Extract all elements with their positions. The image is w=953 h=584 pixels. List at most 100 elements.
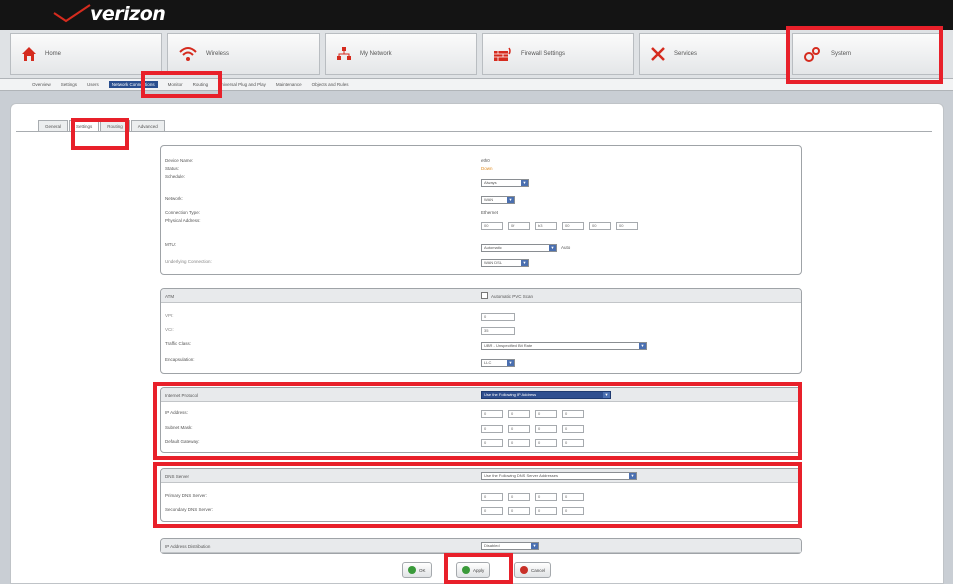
encapsulation-value: LLC [484, 360, 492, 365]
chevron-down-icon: ▼ [507, 197, 514, 203]
gateway-octet-input[interactable]: 0 [508, 439, 530, 447]
vci-input[interactable]: 35 [481, 327, 515, 335]
subnet-mask-fields: 0 0 0 0 [481, 425, 589, 433]
mac-octet-input[interactable]: b3 [535, 222, 557, 230]
atm-header: ATM Automatic PVC Scan [161, 289, 801, 303]
nav-tab-firewall-settings[interactable]: Firewall Settings [482, 33, 634, 75]
firewall-icon [493, 46, 513, 62]
mask-octet-input[interactable]: 0 [535, 425, 557, 433]
dns-octet-input[interactable]: 0 [481, 507, 503, 515]
mask-octet-input[interactable]: 0 [508, 425, 530, 433]
underlying-connection-select[interactable]: WAN DSL ▼ [481, 259, 529, 267]
ip-distribution-value: Disabled [484, 543, 500, 548]
internet-protocol-header: Internet Protocol Use the Following IP A… [161, 388, 801, 402]
tab-general[interactable]: General [38, 120, 69, 131]
ip-distribution-title: IP Address Distribution [165, 544, 211, 549]
wireless-icon [178, 46, 198, 62]
ip-address-label: IP Address: [165, 410, 188, 415]
chevron-down-icon: ▼ [549, 245, 556, 251]
ip-octet-input[interactable]: 0 [508, 410, 530, 418]
chevron-down-icon: ▼ [639, 343, 646, 349]
dns-server-panel: DNS Server Use the Following DNS Server … [160, 468, 802, 522]
dns-octet-input[interactable]: 0 [508, 493, 530, 501]
dns-octet-input[interactable]: 0 [535, 493, 557, 501]
ip-octet-input[interactable]: 0 [562, 410, 584, 418]
chevron-down-icon: ▼ [507, 360, 514, 366]
traffic-class-value: UBR - Unspecified Bit Rate [484, 343, 533, 348]
gateway-octet-input[interactable]: 0 [481, 439, 503, 447]
network-icon [336, 46, 352, 62]
ip-octet-input[interactable]: 0 [535, 410, 557, 418]
traffic-class-select[interactable]: UBR - Unspecified Bit Rate ▼ [481, 342, 647, 350]
mac-octet-input[interactable]: 00 [562, 222, 584, 230]
mac-octet-input[interactable]: 00 [481, 222, 503, 230]
subnav-item-routing[interactable]: Routing [193, 82, 209, 87]
ip-octet-input[interactable]: 0 [481, 410, 503, 418]
ip-mode-select[interactable]: Use the Following IP Address ▼ [481, 391, 611, 399]
nav-tab-home[interactable]: Home [10, 33, 162, 75]
network-select[interactable]: WAN ▼ [481, 196, 515, 204]
primary-dns-fields: 0 0 0 0 [481, 493, 589, 501]
nav-tab-wireless[interactable]: Wireless [167, 33, 320, 75]
mask-octet-input[interactable]: 0 [562, 425, 584, 433]
subnav-item-objects-rules[interactable]: Objects and Rules [312, 82, 349, 87]
mac-octet-input[interactable]: 0f [508, 222, 530, 230]
ip-address-fields: 0 0 0 0 [481, 410, 589, 418]
status-label: Status: [165, 166, 180, 171]
apply-button[interactable]: Apply [456, 562, 491, 578]
dns-octet-input[interactable]: 0 [535, 507, 557, 515]
tab-routing[interactable]: Routing [100, 120, 130, 131]
verizon-logo: verizon [52, 3, 166, 25]
default-gateway-label: Default Gateway: [165, 439, 200, 444]
subnav-item-monitor[interactable]: Monitor [168, 82, 183, 87]
mask-octet-input[interactable]: 0 [481, 425, 503, 433]
general-panel: Device Name: eth0 Status: Down Schedule:… [160, 145, 802, 275]
encapsulation-label: Encapsulation: [165, 357, 195, 362]
chevron-down-icon: ▼ [521, 260, 528, 266]
ip-distribution-select[interactable]: Disabled ▼ [481, 542, 539, 550]
cancel-button[interactable]: Cancel [514, 562, 552, 578]
nav-label: Home [45, 51, 62, 57]
subnav-item-network-connections[interactable]: Network Connections [108, 81, 158, 88]
dns-mode-select[interactable]: Use the Following DNS Server Addresses ▼ [481, 472, 637, 480]
status-value: Down [481, 166, 493, 171]
internet-protocol-title: Internet Protocol [165, 393, 199, 398]
dns-octet-input[interactable]: 0 [481, 493, 503, 501]
mtu-select[interactable]: Automatic ▼ [481, 244, 557, 252]
dns-octet-input[interactable]: 0 [508, 507, 530, 515]
ip-distribution-header: IP Address Distribution Disabled ▼ [161, 539, 801, 553]
cancel-label: Cancel [531, 567, 546, 573]
nav-label: My Network [360, 51, 392, 57]
subnav-item-upnp[interactable]: Universal Plug and Play [218, 82, 266, 87]
sub-nav: Overview Settings Users Network Connecti… [0, 78, 953, 91]
subnav-item-users[interactable]: Users [87, 82, 99, 87]
home-icon [21, 46, 37, 62]
nav-tab-system[interactable]: System [792, 33, 942, 75]
tab-advanced[interactable]: Advanced [130, 120, 165, 131]
system-icon [803, 46, 823, 62]
gateway-octet-input[interactable]: 0 [562, 439, 584, 447]
schedule-select[interactable]: Always ▼ [481, 179, 529, 187]
mac-octet-input[interactable]: 00 [589, 222, 611, 230]
nav-tab-my-network[interactable]: My Network [325, 33, 477, 75]
nav-label: System [831, 51, 852, 57]
encapsulation-select[interactable]: LLC ▼ [481, 359, 515, 367]
subnet-mask-label: Subnet Mask: [165, 425, 193, 430]
nav-tab-services[interactable]: Services [639, 33, 787, 75]
tab-divider [16, 131, 932, 132]
auto-pvc-checkbox[interactable] [481, 292, 488, 299]
ok-label: OK [419, 567, 426, 573]
vpi-input[interactable]: 0 [481, 313, 515, 321]
ok-button[interactable]: OK [402, 562, 432, 578]
dns-octet-input[interactable]: 0 [562, 507, 584, 515]
connection-type-value: Ethernet [481, 210, 499, 215]
auto-pvc-label: Automatic PVC Scan [491, 294, 534, 299]
tab-settings[interactable]: Settings [69, 120, 100, 131]
mac-octet-input[interactable]: 00 [616, 222, 638, 230]
subnav-item-maintenance[interactable]: Maintenance [276, 82, 302, 87]
subnav-item-settings[interactable]: Settings [61, 82, 77, 87]
nav-label: Services [674, 51, 698, 57]
gateway-octet-input[interactable]: 0 [535, 439, 557, 447]
dns-octet-input[interactable]: 0 [562, 493, 584, 501]
subnav-item-overview[interactable]: Overview [32, 82, 51, 87]
